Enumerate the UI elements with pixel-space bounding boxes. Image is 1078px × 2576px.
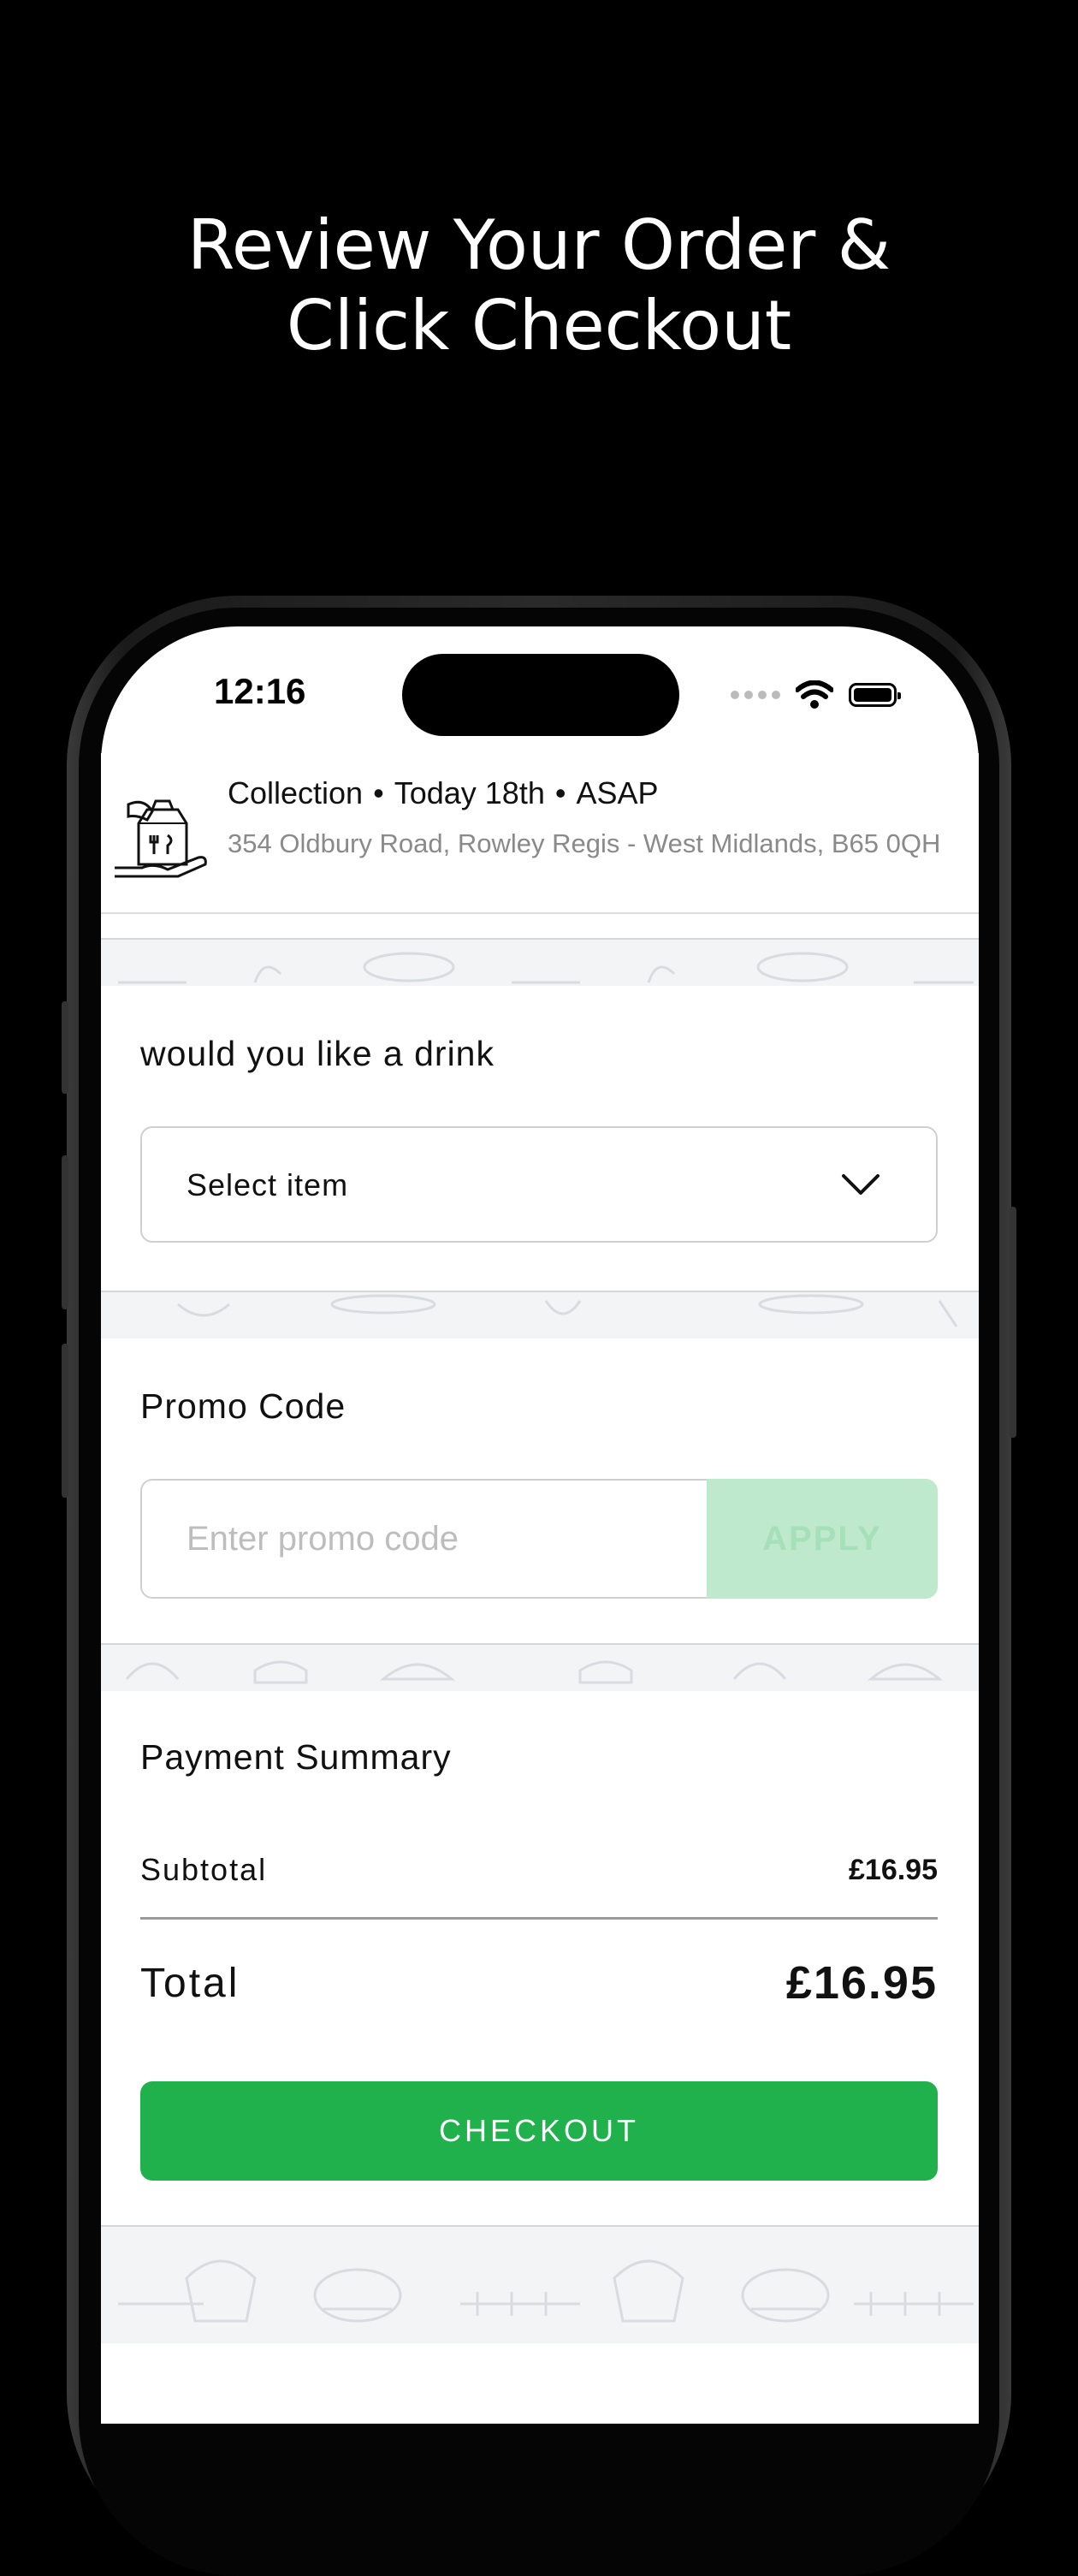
summary-divider — [140, 1917, 938, 1920]
headline-line-2: Click Checkout — [286, 286, 792, 365]
total-label: Total — [140, 1960, 240, 2006]
battery-icon — [849, 683, 901, 707]
status-icons — [731, 674, 901, 715]
payment-summary-title: Payment Summary — [140, 1737, 452, 1777]
order-timing: ASAP — [576, 775, 659, 810]
drink-select-value: Select item — [187, 1167, 349, 1202]
subtotal-value: £16.95 — [849, 1853, 938, 1886]
order-mode-line: Collection • Today 18th • ASAP — [228, 775, 659, 811]
subtotal-label: Subtotal — [140, 1852, 268, 1887]
drink-section-title: would you like a drink — [140, 1034, 495, 1073]
phone-side-button — [1010, 1207, 1016, 1438]
chevron-down-icon — [842, 1174, 880, 1195]
checkout-button[interactable]: CHECKOUT — [140, 2081, 938, 2181]
total-value: £16.95 — [785, 1957, 938, 2009]
wifi-icon — [796, 680, 833, 709]
order-header[interactable]: Collection • Today 18th • ASAP 354 Oldbury R… — [101, 753, 979, 914]
store-address: 354 Oldbury Road, Rowley Regis - West Mi… — [228, 828, 941, 858]
apply-promo-button[interactable]: APPLY — [707, 1479, 938, 1599]
headline-line-1: Review Your Order & — [187, 205, 891, 285]
decorative-pattern-band — [101, 938, 979, 988]
total-row: Total £16.95 — [140, 1956, 938, 2009]
promo-code-input[interactable] — [140, 1479, 707, 1599]
decorative-pattern-band — [101, 1291, 979, 1340]
signal-icon — [731, 691, 780, 699]
separator-dot: • — [554, 775, 566, 810]
collection-bag-icon — [115, 799, 207, 878]
promo-code-card: Promo Code APPLY — [101, 1338, 979, 1643]
phone-side-button — [62, 1155, 68, 1309]
drink-select[interactable]: Select item — [140, 1126, 938, 1243]
phone-side-button — [62, 1001, 68, 1094]
order-mode: Collection — [228, 775, 364, 810]
separator-dot: • — [373, 775, 384, 810]
promo-section-title: Promo Code — [140, 1386, 346, 1426]
decorative-pattern-band — [101, 2225, 979, 2343]
decorative-pattern-band — [101, 1643, 979, 1693]
payment-summary-card: Payment Summary Subtotal £16.95 Total £1… — [101, 1691, 979, 2225]
phone-side-button — [62, 1344, 68, 1498]
headline: Review Your Order & Click Checkout — [0, 205, 1078, 366]
dynamic-island — [402, 654, 679, 736]
status-time: 12:16 — [214, 671, 306, 711]
drink-upsell-card: would you like a drink Select item — [101, 986, 979, 1291]
order-day: Today 18th — [394, 775, 545, 810]
subtotal-row: Subtotal £16.95 — [140, 1852, 938, 1888]
